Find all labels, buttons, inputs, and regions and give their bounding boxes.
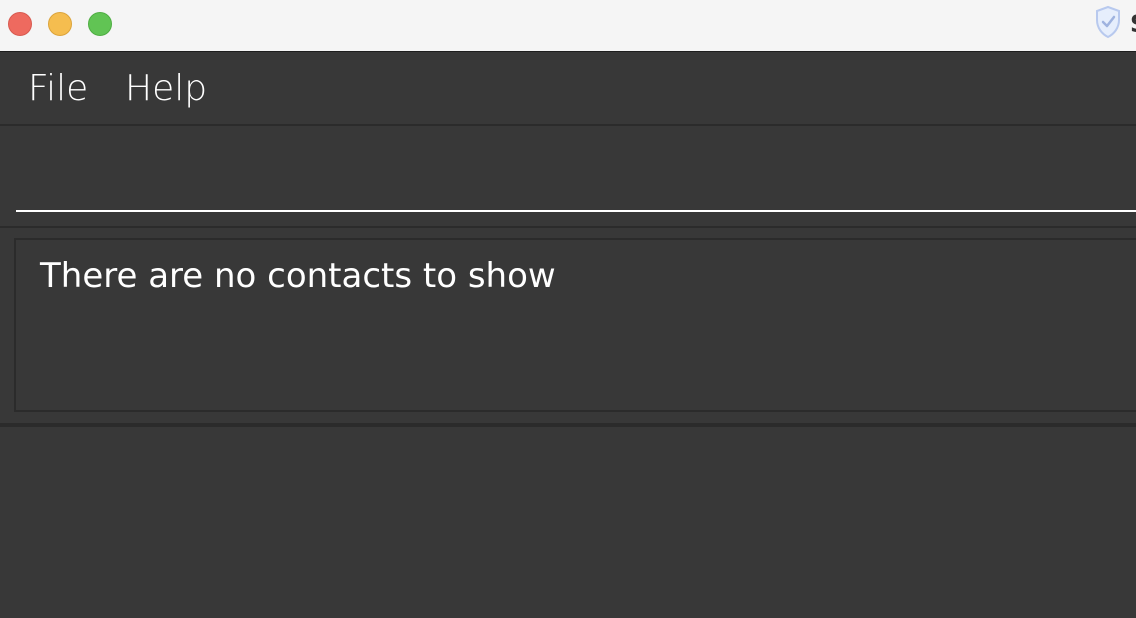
menu-file[interactable]: File [28, 68, 88, 109]
command-input[interactable] [16, 126, 1136, 212]
command-box-area [0, 126, 1136, 228]
result-message: There are no contacts to show [40, 256, 556, 296]
menu-help[interactable]: Help [125, 68, 207, 109]
contact-list-area [0, 427, 1136, 618]
shield-check-icon [1096, 5, 1120, 39]
window-title-bar: S [0, 0, 1136, 52]
maximize-window-button[interactable] [88, 12, 112, 36]
minimize-window-button[interactable] [48, 12, 72, 36]
menu-bar: File Help [0, 52, 1136, 126]
window-title: S [1130, 10, 1136, 38]
close-window-button[interactable] [8, 12, 32, 36]
result-display-panel: There are no contacts to show [14, 238, 1136, 412]
